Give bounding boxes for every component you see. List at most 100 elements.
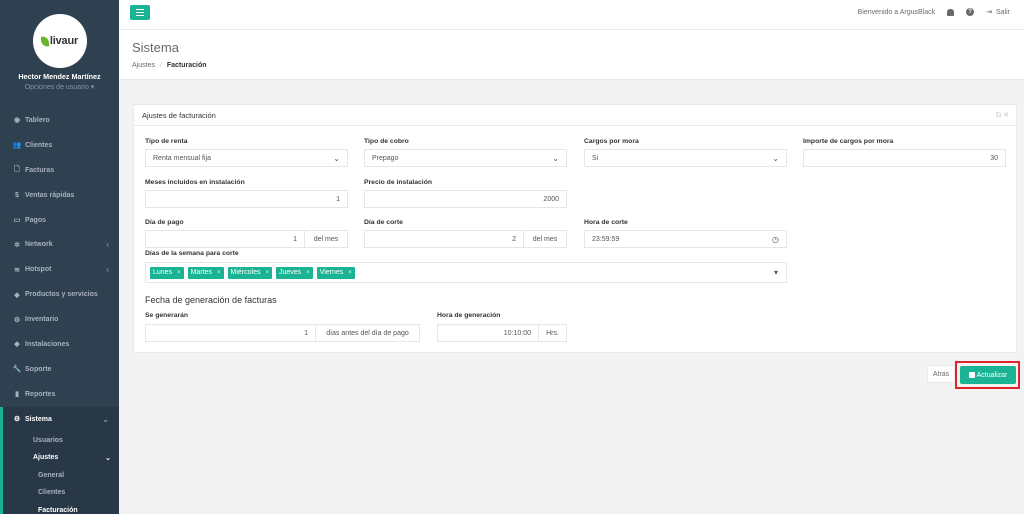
precio-instalacion-input[interactable]: 2000 [364, 190, 567, 208]
money-icon: ▭ [13, 217, 21, 224]
remove-tag-icon[interactable]: × [217, 270, 221, 276]
chevron-left-icon: ‹ [106, 265, 109, 275]
sidebar-item-label: Network [25, 241, 53, 249]
sidebar-subnav: Usuarios Ajustes ⌄ General Clientes Facturaci… [0, 431, 119, 514]
back-button[interactable]: Atras [927, 365, 955, 383]
sidebar: livaur Hector Mendez Martínez Opciones d… [0, 0, 119, 514]
panel-title: Ajustes de facturación [142, 110, 216, 120]
breadcrumb-separator: / [159, 62, 162, 69]
dia-corte-label: Día de corte [364, 219, 403, 226]
sidebar-item-label: Sistema [25, 415, 52, 423]
logout-link[interactable]: Salir [996, 9, 1010, 16]
sidebar-item-tablero[interactable]: ◉ Tablero [0, 108, 119, 133]
logo: livaur [32, 14, 87, 68]
tipo-renta-select[interactable]: Renta mensual fija ⌄ [145, 149, 348, 167]
page-title: Sistema [132, 40, 179, 55]
sidebar-item-network[interactable]: ✲ Network ‹ [0, 232, 119, 257]
cargos-mora-select[interactable]: Si ⌄ [584, 149, 787, 167]
day-tag: Lunes × [150, 266, 184, 279]
chevron-down-icon[interactable]: ▾ [774, 268, 778, 277]
meses-instalacion-label: Meses incluidos en instalación [145, 179, 245, 186]
bell-icon[interactable] [947, 8, 955, 16]
sidebar-item-pagos[interactable]: ▭ Pagos [0, 208, 119, 233]
precio-instalacion-label: Precio de instalación [364, 179, 432, 186]
se-generaran-label: Se generarán [145, 312, 189, 319]
day-tag-label: Lunes [153, 269, 173, 276]
sidebar-item-label: Hotspot [25, 266, 52, 274]
cargos-mora-value: Si [592, 154, 599, 162]
cogs-icon: ⚙ [13, 416, 21, 424]
sidebar-item-label: Facturas [25, 166, 55, 174]
clock-icon[interactable]: ◷ [772, 235, 779, 244]
sidebar-item-instalaciones[interactable]: ◆ Instalaciones [0, 332, 119, 357]
importe-mora-value: 30 [990, 154, 998, 162]
meses-instalacion-input[interactable]: 1 [145, 190, 348, 208]
user-options-dropdown[interactable]: Opciones de usuario ▾ [0, 83, 119, 91]
sidebar-subitem-clientes[interactable]: Clientes [0, 484, 119, 502]
page-heading: Sistema Ajustes / Facturación [119, 30, 1024, 80]
file-icon: 🗋 [14, 165, 20, 173]
user-name: Hector Mendez Martínez [18, 72, 101, 81]
hora-corte-input[interactable]: 23:59:59 ◷ [584, 230, 787, 248]
logo-text: livaur [49, 35, 79, 47]
meses-instalacion-value: 1 [336, 195, 340, 203]
se-generaran-value: 1 [304, 329, 308, 337]
tipo-cobro-label: Tipo de cobro [364, 138, 409, 145]
dias-semana-multiselect[interactable]: Lunes × Martes × Miércoles × Jueves × Viernes × ▾ [145, 262, 787, 283]
network-icon: ✲ [14, 241, 20, 249]
logout-icon[interactable]: ⇥ [986, 8, 992, 16]
inventory-icon: ⚙ [13, 316, 21, 324]
sidebar-subitem-label: General [38, 471, 65, 479]
dia-pago-addon: del mes [305, 230, 348, 248]
remove-tag-icon[interactable]: × [306, 270, 310, 276]
se-generaran-input[interactable]: 1 [145, 324, 316, 342]
sidebar-item-clientes[interactable]: 👥 Clientes [0, 133, 119, 158]
save-icon [968, 372, 975, 378]
day-tag-label: Jueves [278, 269, 302, 276]
sidebar-item-reportes[interactable]: ▮ Reportes [0, 382, 119, 407]
tipo-cobro-select[interactable]: Prepago ⌄ [364, 149, 567, 167]
menu-toggle-button[interactable] [130, 5, 150, 20]
sidebar-item-label: Soporte [25, 365, 52, 373]
users-icon: 👥 [12, 142, 22, 150]
remove-tag-icon[interactable]: × [348, 270, 352, 276]
dia-corte-input[interactable]: 2 [364, 230, 524, 248]
wrench-icon: 🔧 [12, 366, 22, 374]
hora-corte-label: Hora de corte [584, 219, 628, 226]
sidebar-item-label: Inventario [25, 316, 59, 324]
dias-semana-label: Días de la semana para corte [145, 250, 239, 257]
dia-pago-input[interactable]: 1 [145, 230, 305, 248]
sidebar-item-productos-y-servicios[interactable]: ◆ Productos y servicios [0, 282, 119, 307]
sidebar-subitem-label: Usuarios [33, 436, 63, 444]
sidebar-item-label: Instalaciones [25, 340, 70, 348]
sidebar-item-hotspot[interactable]: ≋ Hotspot ‹ [0, 257, 119, 282]
update-button[interactable]: Actualizar [960, 366, 1016, 384]
breadcrumb-ajustes[interactable]: Ajustes [132, 62, 155, 69]
chevron-down-icon: ⌄ [333, 153, 340, 163]
hora-generacion-input[interactable]: 10:10:00 [437, 324, 539, 342]
sidebar-item-sistema[interactable]: ⚙ Sistema ⌄ [0, 406, 119, 432]
welcome-text: Bienvenido a ArgusBlack [857, 8, 936, 16]
tipo-renta-value: Renta mensual fija [153, 154, 211, 162]
help-icon[interactable]: ? [966, 8, 975, 16]
sidebar-subitem-usuarios[interactable]: Usuarios [0, 431, 119, 450]
sidebar-subitem-ajustes[interactable]: Ajustes ⌄ [0, 449, 119, 467]
sidebar-subitem-general[interactable]: General [0, 466, 119, 485]
sidebar-item-inventario[interactable]: ⚙ Inventario [0, 307, 119, 332]
dollar-icon: $ [15, 191, 19, 199]
remove-tag-icon[interactable]: × [177, 270, 181, 276]
sidebar-item-label: Ventas rápidas [25, 191, 75, 199]
tipo-cobro-value: Prepago [372, 154, 399, 162]
sidebar-item-soporte[interactable]: 🔧 Soporte [0, 357, 119, 382]
sidebar-subitem-facturaci-n[interactable]: Facturación [0, 501, 119, 514]
sidebar-item-facturas[interactable]: 🗋 Facturas [0, 158, 119, 183]
remove-tag-icon[interactable]: × [265, 270, 269, 276]
install-icon: ◆ [14, 341, 20, 349]
dia-pago-value: 1 [293, 235, 297, 243]
day-tag-label: Miércoles [230, 269, 261, 276]
panel-tools-icon[interactable]: ⊟ ✕ [995, 111, 1009, 119]
dashboard-icon: ◉ [13, 117, 21, 125]
sidebar-item-ventas-r-pidas[interactable]: $ Ventas rápidas [0, 183, 119, 208]
top-right-area: Bienvenido a ArgusBlack ? ⇥ Salir [858, 8, 1010, 16]
importe-mora-input[interactable]: 30 [803, 149, 1006, 167]
